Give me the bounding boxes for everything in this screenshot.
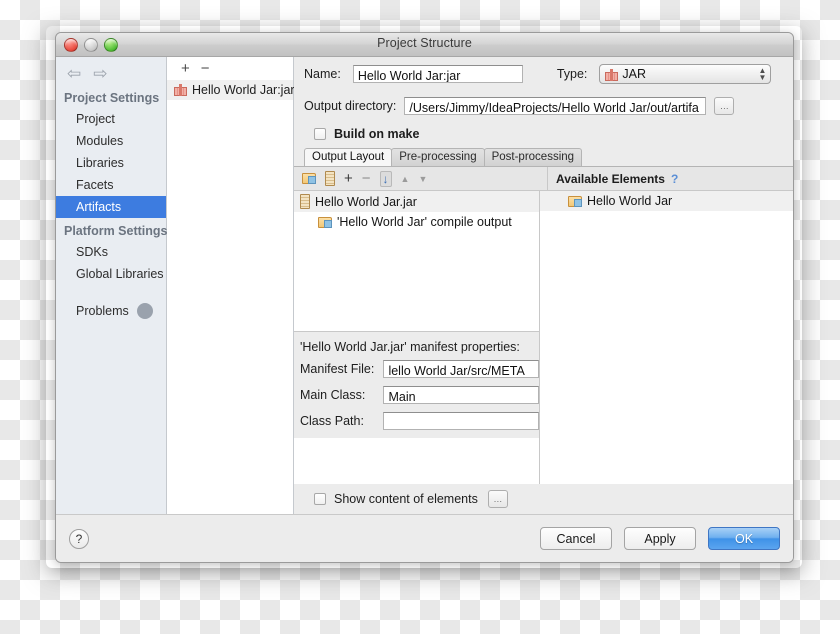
- remove-artifact-button[interactable]: −: [201, 60, 210, 77]
- show-content-checkbox[interactable]: [314, 493, 326, 505]
- module-folder-icon: [568, 195, 582, 207]
- layout-toolbar: + − ↓ ▲ ▼ Available Elements ?: [294, 167, 793, 191]
- output-directory-input[interactable]: /Users/Jimmy/IdeaProjects/Hello World Ja…: [404, 97, 707, 115]
- dialog-footer: ? Cancel Apply OK: [56, 514, 793, 562]
- available-elements-pane: Hello World Jar: [540, 191, 793, 484]
- type-label: Type:: [556, 67, 588, 81]
- type-select[interactable]: JAR ▲ ▼: [599, 64, 772, 84]
- sidebar-item-sdks[interactable]: SDKs: [56, 241, 166, 263]
- tab-post-processing[interactable]: Post-processing: [483, 148, 583, 166]
- list-item[interactable]: Hello World Jar:jar: [167, 80, 295, 100]
- sidebar-item-label: Problems: [76, 304, 129, 318]
- name-input[interactable]: Hello World Jar:jar: [352, 65, 523, 83]
- output-directory-row: Output directory: /Users/Jimmy/IdeaProje…: [294, 91, 793, 121]
- sidebar-item-problems[interactable]: Problems: [56, 301, 166, 319]
- manifest-properties-section: 'Hello World Jar.jar' manifest propertie…: [294, 331, 539, 438]
- main-class-input[interactable]: Main: [383, 386, 539, 404]
- remove-icon[interactable]: −: [362, 170, 371, 187]
- navigation-row: ⇦ ⇨: [56, 57, 166, 85]
- build-on-make-row[interactable]: Build on make: [294, 121, 793, 147]
- artifact-tabs: Output Layout Pre-processing Post-proces…: [294, 147, 793, 167]
- available-elements-header: Available Elements ?: [548, 167, 793, 190]
- sidebar-item-libraries[interactable]: Libraries: [56, 152, 166, 174]
- artifact-list-toolbar: + −: [167, 57, 293, 80]
- type-select-value: JAR: [622, 67, 647, 81]
- cancel-button[interactable]: Cancel: [540, 527, 612, 550]
- show-content-row[interactable]: Show content of elements …: [294, 484, 793, 514]
- sidebar-group-header-project-settings: Project Settings: [64, 91, 160, 105]
- jar-artifact-icon: [174, 84, 187, 96]
- build-on-make-checkbox[interactable]: [314, 128, 326, 140]
- class-path-input[interactable]: [383, 412, 539, 430]
- output-layout-toolbar: + − ↓ ▲ ▼: [294, 167, 548, 190]
- class-path-row: Class Path:: [294, 412, 539, 438]
- add-artifact-button[interactable]: +: [181, 60, 190, 77]
- project-structure-dialog: Project Structure ⇦ ⇨ Project Settings P…: [55, 32, 794, 563]
- table-row-label: 'Hello World Jar' compile output: [337, 215, 512, 229]
- layout-panes: Hello World Jar.jar 'Hello World Jar' co…: [294, 191, 793, 484]
- stepper-arrows-icon[interactable]: ▲ ▼: [758, 67, 766, 82]
- settings-sidebar: ⇦ ⇨ Project Settings Project Modules Lib…: [56, 57, 168, 514]
- sidebar-item-artifacts[interactable]: Artifacts: [56, 196, 166, 218]
- name-label: Name:: [304, 67, 341, 81]
- add-icon[interactable]: +: [344, 170, 353, 187]
- forward-arrow-icon[interactable]: ⇨: [93, 65, 107, 82]
- main-class-row: Main Class: Main: [294, 386, 539, 412]
- manifest-file-row: Manifest File: lello World Jar/src/META: [294, 360, 539, 386]
- back-arrow-icon[interactable]: ⇦: [67, 65, 81, 82]
- sidebar-item-modules[interactable]: Modules: [56, 130, 166, 152]
- move-down-icon[interactable]: ▼: [418, 174, 427, 184]
- dialog-body: ⇦ ⇨ Project Settings Project Modules Lib…: [56, 57, 793, 514]
- create-directory-icon[interactable]: [302, 173, 316, 184]
- table-row[interactable]: 'Hello World Jar' compile output: [294, 212, 539, 232]
- sort-alphabetically-icon[interactable]: ↓: [379, 170, 392, 187]
- tab-pre-processing[interactable]: Pre-processing: [391, 148, 485, 166]
- main-class-label: Main Class:: [300, 388, 366, 402]
- available-elements-label: Available Elements: [556, 171, 665, 186]
- tab-output-layout[interactable]: Output Layout: [304, 148, 393, 166]
- build-on-make-label: Build on make: [334, 127, 420, 141]
- move-up-icon[interactable]: ▲: [401, 174, 410, 184]
- compile-output-folder-icon: [318, 216, 332, 228]
- manifest-file-input[interactable]: lello World Jar/src/META: [383, 360, 539, 378]
- problems-count-badge: [136, 303, 153, 319]
- help-button[interactable]: ?: [69, 528, 89, 549]
- output-layout-pane: Hello World Jar.jar 'Hello World Jar' co…: [294, 191, 540, 484]
- table-row-label: Hello World Jar: [587, 194, 673, 208]
- help-hint-icon[interactable]: ?: [671, 172, 678, 186]
- jar-icon: [300, 194, 310, 209]
- window-title: Project Structure: [377, 36, 472, 50]
- create-archive-icon[interactable]: [325, 171, 335, 186]
- class-path-label: Class Path:: [300, 414, 364, 428]
- apply-button[interactable]: Apply: [624, 527, 696, 550]
- table-row[interactable]: Hello World Jar: [540, 191, 793, 211]
- artifact-detail-pane: Name: Hello World Jar:jar Type: JAR ▲ ▼ O…: [294, 57, 793, 514]
- manifest-file-label: Manifest File:: [300, 362, 375, 376]
- table-row-label: Hello World Jar.jar: [315, 194, 417, 209]
- title-bar[interactable]: Project Structure: [56, 33, 793, 57]
- output-layout-tree: Hello World Jar.jar 'Hello World Jar' co…: [294, 191, 539, 331]
- artifact-list-panel: + − Hello World Jar:jar: [167, 57, 295, 514]
- sidebar-item-project[interactable]: Project: [56, 108, 166, 130]
- sidebar-group-header-platform-settings: Platform Settings: [64, 224, 168, 238]
- sidebar-item-facets[interactable]: Facets: [56, 174, 166, 196]
- ok-button[interactable]: OK: [708, 527, 780, 550]
- list-item-label: Hello World Jar:jar: [192, 83, 295, 97]
- browse-output-directory-button[interactable]: …: [714, 97, 735, 115]
- footer-buttons: Cancel Apply OK: [540, 527, 780, 550]
- sidebar-item-global-libraries[interactable]: Global Libraries: [56, 263, 166, 285]
- name-type-row: Name: Hello World Jar:jar Type: JAR ▲ ▼: [294, 57, 793, 91]
- show-content-label: Show content of elements: [334, 492, 478, 506]
- show-content-browse-button[interactable]: …: [487, 490, 508, 508]
- jar-type-icon: [605, 69, 619, 81]
- output-directory-label: Output directory:: [304, 99, 397, 113]
- manifest-title: 'Hello World Jar.jar' manifest propertie…: [300, 340, 520, 354]
- table-row[interactable]: Hello World Jar.jar: [294, 191, 539, 212]
